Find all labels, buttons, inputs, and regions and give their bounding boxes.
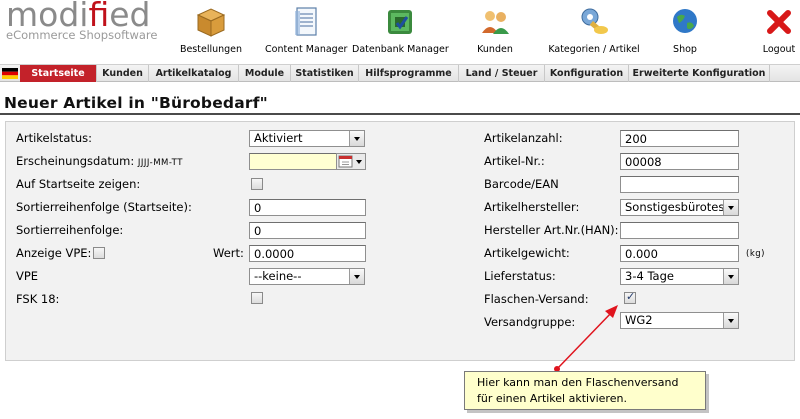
- tooltip-line2: für einen Artikel aktivieren.: [477, 392, 627, 405]
- annotation-arrow: [554, 305, 618, 372]
- tooltip-line1: Hier kann man den Flaschenversand: [477, 376, 679, 389]
- annotation-tooltip: Hier kann man den Flaschenversand für ei…: [464, 371, 706, 410]
